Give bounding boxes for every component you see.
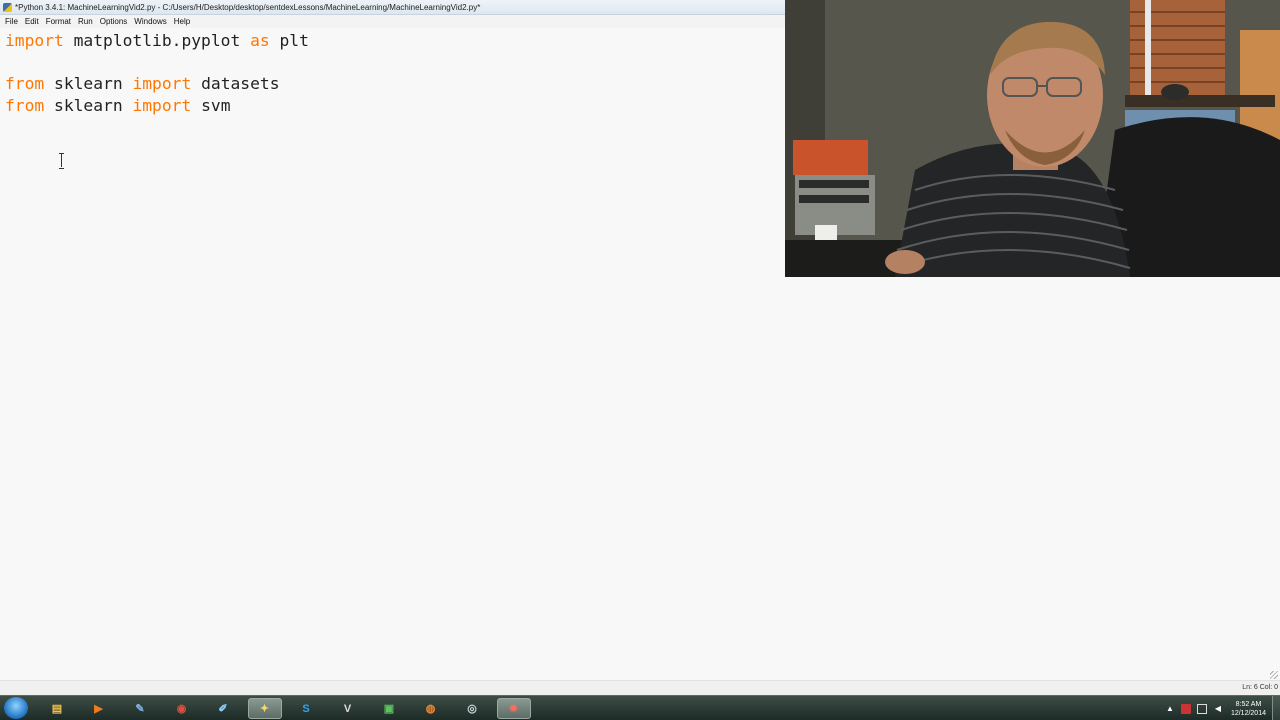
code-token: svm: [191, 95, 231, 115]
system-tray: ▲ ◀ 8:52 AM 12/12/2014: [1165, 696, 1280, 720]
show-hidden-icons-icon[interactable]: ▲: [1165, 704, 1175, 714]
keyword-token: import: [132, 74, 192, 93]
bird-icon: V: [343, 702, 352, 715]
clock-time: 8:52 AM: [1235, 700, 1262, 708]
taskbar-app-file-explorer[interactable]: ▤: [40, 698, 74, 719]
status-bar: Ln: 6 Col: 0: [0, 671, 1280, 695]
python-idle-icon: [3, 3, 12, 12]
keyword-token: from: [5, 74, 45, 93]
taskbar-app-notepad[interactable]: ✐: [206, 698, 240, 719]
menu-bar: File Edit Format Run Options Windows Hel…: [0, 15, 785, 28]
taskbar-app-media-player[interactable]: ▶: [82, 698, 116, 719]
taskbar-app-firefox[interactable]: ◍: [414, 698, 448, 719]
code-line[interactable]: from sklearn import svm: [5, 95, 309, 117]
menu-format[interactable]: Format: [45, 15, 77, 28]
chrome-icon: ◉: [176, 703, 187, 715]
flag-icon[interactable]: [1180, 703, 1191, 714]
start-button[interactable]: [4, 697, 28, 719]
menu-options[interactable]: Options: [99, 15, 134, 28]
terminal-icon: ▣: [383, 703, 395, 715]
code-line[interactable]: from sklearn import datasets: [5, 73, 309, 95]
network-icon[interactable]: [1196, 703, 1207, 714]
game-icon: ✸: [508, 703, 519, 715]
taskbar-app-terminal[interactable]: ▣: [372, 698, 406, 719]
text-cursor-icon: [58, 153, 66, 169]
menu-help[interactable]: Help: [173, 15, 196, 28]
keyword-token: import: [132, 95, 192, 115]
search-tool-icon: ◎: [467, 703, 477, 715]
window-titlebar[interactable]: *Python 3.4.1: MachineLearningVid2.py - …: [0, 0, 785, 15]
code-token: datasets: [191, 74, 280, 93]
firefox-icon: ◍: [425, 703, 436, 715]
taskbar-app-chrome[interactable]: ◉: [165, 698, 199, 719]
keyword-token: as: [250, 31, 270, 50]
skype-icon: S: [302, 702, 310, 715]
webcam-overlay: [785, 0, 1280, 277]
taskbar-app-python-idle[interactable]: ✦: [247, 698, 282, 719]
menu-edit[interactable]: Edit: [24, 15, 45, 28]
speaker-icon[interactable]: ◀: [1213, 704, 1223, 714]
show-desktop-button[interactable]: [1272, 696, 1280, 720]
code-token: matplotlib.pyplot: [63, 31, 251, 50]
taskbar-app-skype[interactable]: S: [289, 698, 323, 719]
taskbar-app-paint[interactable]: ✎: [123, 698, 157, 719]
taskbar-clock[interactable]: 8:52 AM 12/12/2014: [1231, 700, 1266, 718]
menu-run[interactable]: Run: [77, 15, 99, 28]
file-explorer-icon: ▤: [51, 703, 63, 715]
python-idle-icon: ✦: [259, 703, 270, 715]
keyword-token: from: [5, 95, 45, 115]
notepad-icon: ✐: [218, 703, 228, 715]
window-title: *Python 3.4.1: MachineLearningVid2.py - …: [15, 3, 481, 12]
resize-grip-icon[interactable]: [1270, 671, 1278, 679]
taskbar-app-bird[interactable]: V: [331, 698, 365, 719]
cursor-position: Ln: 6 Col: 0: [1242, 684, 1278, 691]
paint-icon: ✎: [135, 703, 145, 715]
menu-windows[interactable]: Windows: [133, 15, 172, 28]
taskbar-app-game[interactable]: ✸: [496, 698, 531, 719]
code-line[interactable]: import matplotlib.pyplot as plt: [5, 30, 309, 52]
webcam-image: [785, 0, 1280, 277]
code-token: plt: [269, 31, 309, 50]
taskbar-app-search-tool[interactable]: ◎: [455, 698, 489, 719]
code-token: sklearn: [44, 95, 133, 115]
clock-date: 12/12/2014: [1230, 709, 1266, 717]
code-token: sklearn: [44, 74, 133, 93]
taskbar: ▤ ▶ ✎ ◉ ✐ ✦ S V ▣ ◍ ◎ ✸ ▲ ◀ 8:52 AM 12/12/2014: [0, 695, 1280, 720]
media-player-icon: ▶: [94, 703, 103, 715]
menu-file[interactable]: File: [4, 15, 24, 28]
keyword-token: import: [5, 31, 64, 50]
code-line[interactable]: [5, 52, 309, 74]
code-text[interactable]: import matplotlib.pyplot as plt from skle…: [5, 30, 309, 116]
